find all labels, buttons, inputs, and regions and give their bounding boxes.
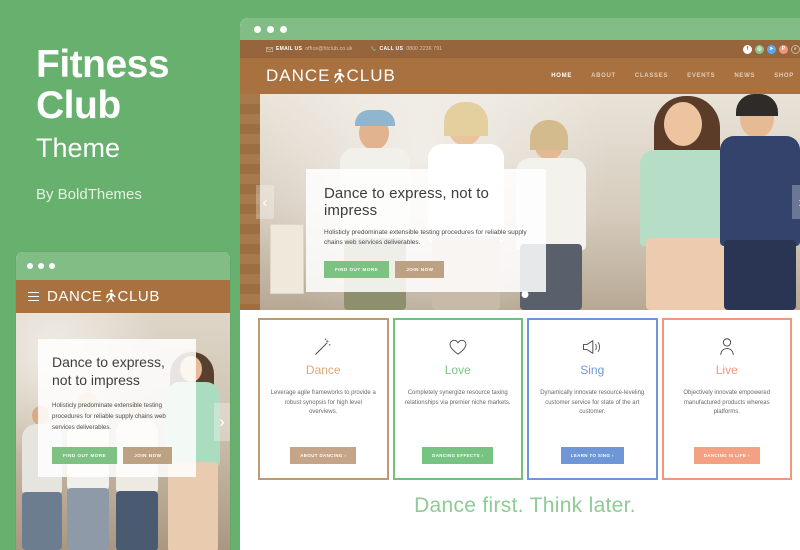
slider-pagination (521, 291, 529, 298)
feature-title-love: Love (444, 363, 471, 377)
logo-word1: DANCE (266, 66, 331, 85)
mobile-logo-word1: DANCE (47, 288, 103, 305)
user-icon (718, 336, 736, 358)
mobile-logo[interactable]: DANCE CLUB (47, 288, 160, 305)
hero-body: Holisticly predominate extensible testin… (324, 229, 527, 246)
slider-next-arrow[interactable]: › (792, 185, 800, 219)
hero-buttons: FIND OUT MORE JOIN NOW (324, 261, 528, 278)
window-dot-maximize[interactable] (49, 263, 55, 269)
mobile-hero-heading-line2: not to impress (52, 372, 140, 388)
email-contact[interactable]: EMAIL US office@fitclub.co.uk (266, 46, 353, 52)
magic-wand-icon (313, 336, 333, 358)
top-contact-bar: EMAIL US office@fitclub.co.uk CALL US 08… (240, 40, 800, 58)
mobile-logo-word2: CLUB (117, 288, 160, 305)
screenshot-root: Fitness Club Theme By BoldThemes DANCE C… (0, 0, 800, 550)
feature-card-dance[interactable]: Dance Leverage agile frameworks to provi… (258, 318, 389, 480)
heart-icon (448, 336, 468, 358)
window-dot-maximize[interactable] (280, 26, 287, 33)
window-dot-close[interactable] (254, 26, 261, 33)
hero-figure-5 (714, 94, 800, 310)
hero-mirror-frame (270, 224, 304, 294)
feature-body-dance: Leverage agile frameworks to provide a r… (270, 390, 376, 415)
promo-subtitle: Theme (36, 133, 121, 163)
mobile-navbar: DANCE CLUB (16, 280, 230, 313)
dancer-icon (333, 68, 345, 83)
learn-to-sing-button[interactable]: LEARN TO SING › (560, 447, 624, 464)
menu-item-home[interactable]: HOME (551, 73, 572, 79)
mobile-browser-chrome (16, 252, 230, 280)
menu-item-news[interactable]: NEWS (734, 73, 755, 79)
mobile-hero-caption: Dance to express, not to impress Holisti… (38, 339, 196, 477)
promo-author: By BoldThemes (36, 186, 142, 203)
mobile-hero-body: Holisticly predominate extensible testin… (52, 402, 166, 431)
pinterest-icon[interactable]: P (779, 44, 788, 54)
menu-item-classes[interactable]: CLASSES (635, 73, 668, 79)
primary-menu: HOME ABOUT CLASSES EVENTS NEWS SHOP (551, 73, 794, 79)
search-icon[interactable]: ⌕ (791, 44, 800, 54)
menu-item-about[interactable]: ABOUT (591, 73, 616, 79)
hamburger-icon[interactable] (28, 291, 39, 302)
mobile-hero-heading-line1: Dance to express, (52, 354, 165, 370)
window-dot-minimize[interactable] (267, 26, 274, 33)
mobile-find-out-more-button[interactable]: FIND OUT MORE (52, 447, 118, 464)
about-dancing-button[interactable]: ABOUT DANCING › (290, 447, 357, 464)
social-icon-group: f ◎ ➤ P ⌕ (743, 44, 800, 54)
dancer-icon (105, 289, 116, 303)
feature-body-live: Objectively innovate empowered manufactu… (683, 390, 771, 415)
megaphone-icon (581, 336, 603, 358)
mobile-hero-buttons: FIND OUT MORE JOIN NOW (52, 447, 182, 464)
join-now-button[interactable]: JOIN NOW (395, 261, 445, 278)
phone-contact[interactable]: CALL US 0800 2236 791 (370, 46, 443, 52)
hero-heading: Dance to express, not to impress (324, 185, 489, 219)
instagram-icon[interactable]: ◎ (755, 44, 764, 54)
logo-word2: CLUB (346, 66, 396, 85)
feature-body-sing: Dynamically innovate resource-leveling c… (540, 390, 645, 415)
desktop-window-dots (254, 26, 287, 33)
desktop-browser-chrome (240, 18, 800, 40)
phone-icon (370, 46, 376, 51)
facebook-icon[interactable]: f (743, 44, 752, 54)
slider-prev-arrow[interactable]: ‹ (256, 185, 274, 219)
mobile-mockup: DANCE CLUB Dance to express, not to impr… (16, 252, 230, 550)
mobile-hero-viewport: Dance to express, not to impress Holisti… (16, 313, 230, 550)
desktop-mockup: EMAIL US office@fitclub.co.uk CALL US 08… (240, 18, 800, 550)
feature-title-sing: Sing (580, 363, 605, 377)
window-dot-close[interactable] (27, 263, 33, 269)
twitter-icon[interactable]: ➤ (767, 44, 776, 54)
promo-text-block: Fitness Club Theme By BoldThemes (36, 44, 236, 205)
feature-card-row: Dance Leverage agile frameworks to provi… (240, 310, 800, 480)
feature-card-live[interactable]: Live Objectively innovate empowered manu… (661, 318, 792, 480)
email-label: EMAIL US (276, 46, 303, 52)
promo-title-line1: Fitness (36, 43, 170, 86)
menu-item-shop[interactable]: SHOP (774, 73, 794, 79)
promo-title-line2: Club (36, 84, 121, 127)
envelope-icon (266, 46, 273, 52)
feature-title-live: Live (715, 363, 738, 377)
menu-item-events[interactable]: EVENTS (687, 73, 715, 79)
mobile-window-dots (27, 263, 55, 269)
slider-dot-1[interactable] (521, 291, 529, 298)
dancing-effects-button[interactable]: DANCING EFFECTS › (422, 447, 494, 464)
section-tagline: Dance first. Think later. (240, 480, 800, 518)
main-navbar: DANCE CLUB HOME ABOUT CLASSES EVENTS NEW… (240, 58, 800, 94)
phone-label: CALL US (379, 46, 404, 52)
mobile-slider-next-arrow[interactable]: › (214, 403, 230, 441)
email-value: office@fitclub.co.uk (305, 46, 353, 52)
dancing-is-life-button[interactable]: DANCING IS LIFE › (693, 447, 760, 464)
hero-slider: Dance to express, not to impress Holisti… (240, 94, 800, 310)
feature-body-love: Completely synergize resource taxing rel… (404, 390, 511, 406)
site-logo[interactable]: DANCE CLUB (266, 66, 396, 86)
feature-title-dance: Dance (305, 363, 341, 377)
window-dot-minimize[interactable] (38, 263, 44, 269)
find-out-more-button[interactable]: FIND OUT MORE (324, 261, 390, 278)
mobile-join-now-button[interactable]: JOIN NOW (123, 447, 173, 464)
hero-caption-box: Dance to express, not to impress Holisti… (306, 169, 546, 292)
feature-card-love[interactable]: Love Completely synergize resource taxin… (392, 318, 523, 480)
feature-card-sing[interactable]: Sing Dynamically innovate resource-level… (527, 318, 658, 480)
phone-value: 0800 2236 791 (406, 46, 443, 52)
